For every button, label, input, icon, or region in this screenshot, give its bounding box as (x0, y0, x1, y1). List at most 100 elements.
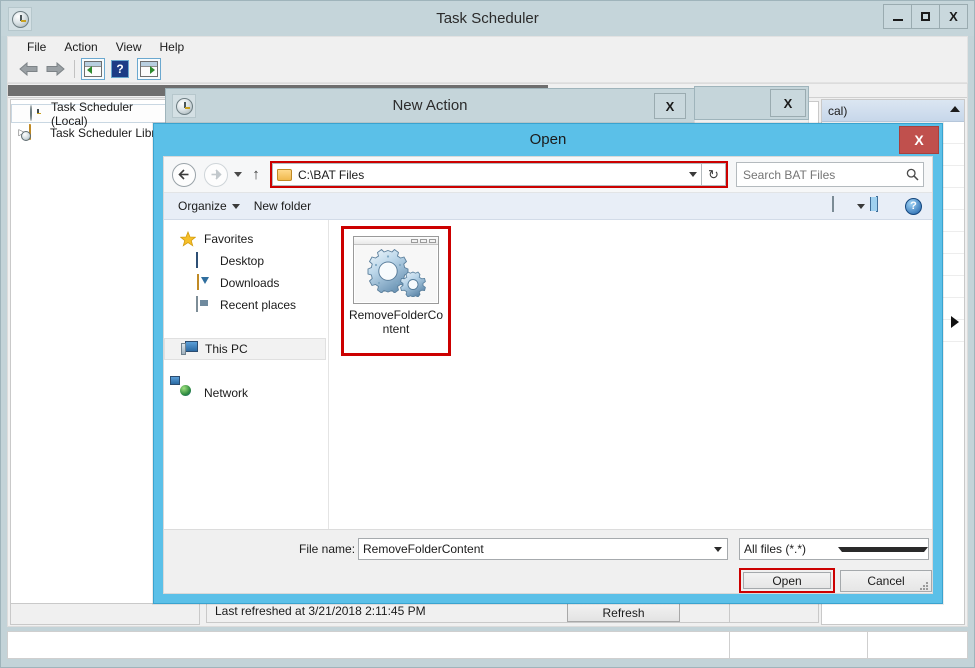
minimize-button[interactable] (883, 4, 912, 29)
new-action-title: New Action (392, 97, 468, 114)
file-list-pane[interactable]: RemoveFolderContent (330, 220, 932, 529)
menu-help[interactable]: Help (151, 38, 194, 56)
toolbar: ? (7, 56, 968, 83)
file-type-value: All files (*.*) (744, 542, 807, 556)
page-title: Task Scheduler (436, 10, 539, 27)
folder-icon (277, 168, 292, 181)
chevron-down-icon[interactable] (230, 163, 246, 187)
new-folder-button[interactable]: New folder (254, 199, 311, 213)
folder-clock-icon (29, 123, 45, 141)
collapse-icon[interactable] (950, 106, 960, 112)
nav-item-label: This PC (205, 342, 248, 356)
chevron-down-icon[interactable] (685, 164, 701, 185)
selected-file-highlight: RemoveFolderContent (341, 226, 451, 356)
open-dialog-footer: File name: All files (*.*) Open Cancel (164, 529, 932, 593)
address-bar-highlight: C:\BAT Files ↻ (270, 161, 728, 188)
address-bar[interactable]: C:\BAT Files (272, 163, 702, 186)
organize-label: Organize (178, 199, 227, 213)
chevron-down-icon[interactable] (709, 539, 727, 559)
status-bar (7, 631, 968, 659)
nav-item-label: Network (204, 386, 249, 400)
close-icon[interactable]: X (654, 93, 686, 119)
file-item-label: RemoveFolderContent (348, 308, 444, 336)
file-item[interactable]: RemoveFolderContent (347, 232, 445, 350)
resize-grip-icon[interactable] (919, 581, 929, 591)
preview-pane-icon[interactable] (832, 196, 850, 215)
star-icon (179, 230, 198, 247)
new-action-titlebar: New Action X (166, 89, 694, 123)
file-name-label: File name: (299, 542, 356, 556)
address-bar-value: C:\BAT Files (298, 167, 365, 182)
status-segment (8, 632, 729, 658)
nav-item-favorites[interactable]: Favorites (164, 228, 328, 250)
clock-icon (30, 104, 46, 122)
status-segment (867, 632, 967, 658)
command-bar-right: ? (832, 196, 922, 215)
command-bar: Organize New folder ? (164, 193, 932, 220)
show-tree-icon[interactable] (81, 58, 105, 80)
back-icon[interactable] (172, 162, 196, 187)
search-input[interactable] (737, 166, 901, 183)
help-icon[interactable]: ? (905, 197, 922, 215)
nav-item-desktop[interactable]: Desktop (164, 250, 328, 272)
menu-bar: File Action View Help (7, 36, 968, 56)
open-button-highlight: Open (739, 568, 835, 593)
nav-item-recent-places[interactable]: Recent places (164, 294, 328, 316)
navigation-pane: Favorites Desktop Downloads Recent place… (164, 220, 329, 529)
nav-item-downloads[interactable]: Downloads (164, 272, 328, 294)
tree-item-task-scheduler-local[interactable]: Task Scheduler (Local) (11, 100, 169, 128)
nav-item-label: Downloads (220, 276, 280, 290)
status-segment (729, 632, 867, 658)
nav-item-label: Desktop (220, 254, 265, 268)
show-action-pane-icon[interactable] (137, 58, 161, 80)
help-icon[interactable]: ? (111, 60, 129, 78)
nav-item-this-pc[interactable]: This PC (164, 338, 326, 360)
open-dialog-titlebar: Open X (154, 124, 942, 156)
toolbar-divider (74, 60, 75, 78)
refresh-icon[interactable]: ↻ (702, 163, 726, 186)
maximize-button[interactable] (911, 4, 940, 29)
bat-script-gears-icon (353, 236, 439, 304)
task-scheduler-titlebar: Task Scheduler X (1, 1, 974, 36)
close-button[interactable]: X (939, 4, 968, 29)
open-dialog-body: ↑ C:\BAT Files ↻ Search BAT Files Organi… (163, 156, 933, 594)
back-arrow-icon[interactable] (16, 58, 42, 80)
network-icon (180, 385, 198, 401)
file-name-input[interactable] (359, 541, 709, 557)
menu-action[interactable]: Action (55, 38, 106, 56)
close-icon[interactable]: X (899, 126, 939, 154)
menu-view[interactable]: View (107, 38, 151, 56)
chevron-down-icon[interactable] (834, 539, 928, 559)
forward-icon[interactable] (204, 162, 228, 187)
search-box[interactable] (736, 162, 924, 187)
downloads-icon (196, 274, 214, 291)
up-arrow-icon[interactable]: ↑ (246, 163, 266, 187)
actions-pane-title: cal) (828, 103, 848, 118)
this-pc-icon (181, 341, 199, 357)
open-dialog: Open X ↑ C:\BAT Files ↻ Search BAT Files… (153, 123, 943, 604)
actions-pane-header: cal) (822, 100, 964, 122)
menu-file[interactable]: File (18, 38, 55, 56)
address-bar-row: ↑ C:\BAT Files ↻ (164, 157, 932, 193)
desktop-icon (196, 252, 214, 269)
close-icon[interactable]: X (770, 89, 806, 117)
organize-button[interactable]: Organize (178, 199, 240, 213)
play-icon[interactable] (951, 316, 959, 328)
search-icon (901, 168, 923, 181)
file-name-combobox[interactable] (358, 538, 728, 560)
forward-arrow-icon[interactable] (42, 58, 68, 80)
tree-item-label: Task Scheduler Librar (50, 125, 167, 140)
nav-item-label: Recent places (220, 298, 297, 312)
last-refreshed-label: Last refreshed at 3/21/2018 2:11:45 PM (215, 604, 426, 618)
nav-item-network[interactable]: Network (164, 382, 328, 404)
recent-places-icon (196, 296, 214, 313)
refresh-button[interactable]: Refresh (567, 603, 680, 622)
chevron-down-icon[interactable] (857, 203, 865, 209)
screen: Task Scheduler X File Action View Help ?… (0, 0, 975, 668)
open-button[interactable]: Open (743, 572, 831, 589)
layout-pane-icon[interactable] (876, 196, 894, 215)
nav-item-label: Favorites (204, 232, 254, 246)
tree-status-strip (10, 604, 200, 625)
chevron-down-icon (231, 203, 240, 209)
file-type-combobox[interactable]: All files (*.*) (739, 538, 929, 560)
